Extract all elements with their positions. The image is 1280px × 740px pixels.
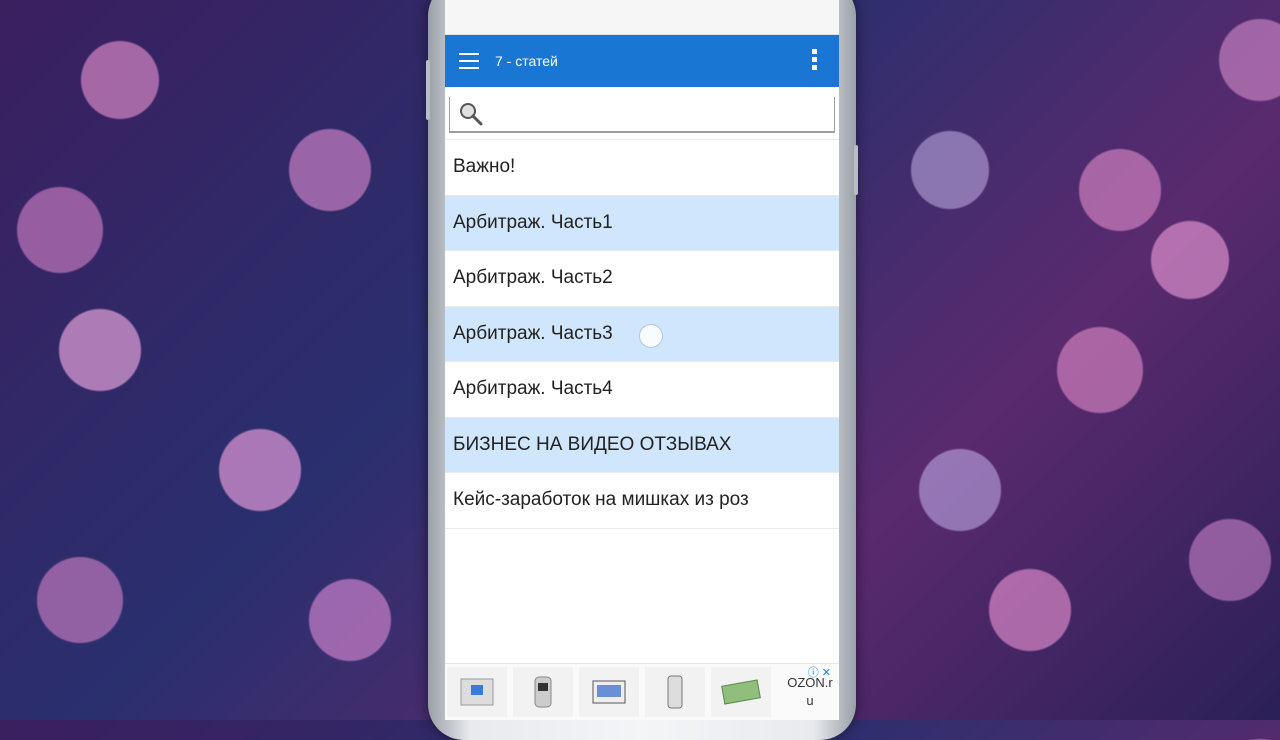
- list-item[interactable]: Кейс-заработок на мишках из роз: [445, 473, 839, 529]
- ad-product-image[interactable]: [711, 667, 771, 717]
- list-item-label: Кейс-заработок на мишках из роз: [453, 489, 749, 511]
- list-item-label: Арбитраж. Часть3: [453, 322, 613, 344]
- list-item-label: Арбитраж. Часть4: [453, 378, 613, 400]
- phone-side-button: [426, 60, 430, 120]
- ad-product-image[interactable]: [645, 667, 705, 717]
- list-item-label: Арбитраж. Часть1: [453, 211, 613, 233]
- search-field[interactable]: [449, 97, 835, 133]
- ad-product-image[interactable]: [579, 667, 639, 717]
- list-item[interactable]: Важно!: [445, 140, 839, 196]
- search-icon: [460, 103, 483, 126]
- search-input[interactable]: [490, 101, 830, 129]
- more-vert-icon[interactable]: [812, 49, 817, 73]
- list-item[interactable]: Арбитраж. Часть3: [445, 306, 839, 362]
- list-item[interactable]: Арбитраж. Часть2: [445, 251, 839, 307]
- ad-product-image[interactable]: [513, 667, 573, 717]
- phone-side-button: [854, 145, 858, 195]
- list-item-label: Арбитраж. Часть2: [453, 267, 613, 289]
- ad-banner[interactable]: OZON.r u ⓘ ✕: [445, 663, 839, 720]
- hamburger-menu-icon[interactable]: [459, 53, 479, 69]
- status-area: [445, 0, 839, 35]
- list-item-label: БИЗНЕС НА ВИДЕО ОТЗЫВАХ: [453, 433, 732, 455]
- search-bar: [445, 87, 839, 140]
- ad-brand-logo[interactable]: OZON.r u ⓘ ✕: [785, 667, 835, 710]
- list-item[interactable]: Арбитраж. Часть1: [445, 195, 839, 251]
- article-list: Важно! Арбитраж. Часть1 Арбитраж. Часть2…: [445, 140, 839, 529]
- list-item[interactable]: БИЗНЕС НА ВИДЕО ОТЗЫВАХ: [445, 417, 839, 473]
- app-bar: 7 - статей: [445, 35, 839, 87]
- list-item[interactable]: Арбитраж. Часть4: [445, 362, 839, 418]
- touch-indicator: [639, 323, 663, 348]
- list-item-label: Важно!: [453, 156, 516, 178]
- ad-info-close-icon[interactable]: ⓘ ✕: [808, 664, 831, 682]
- app-screen: 7 - статей Важно! Арбитраж. Часть1 Арбит…: [445, 0, 839, 720]
- ad-product-image[interactable]: [447, 667, 507, 717]
- app-bar-title: 7 - статей: [495, 53, 558, 69]
